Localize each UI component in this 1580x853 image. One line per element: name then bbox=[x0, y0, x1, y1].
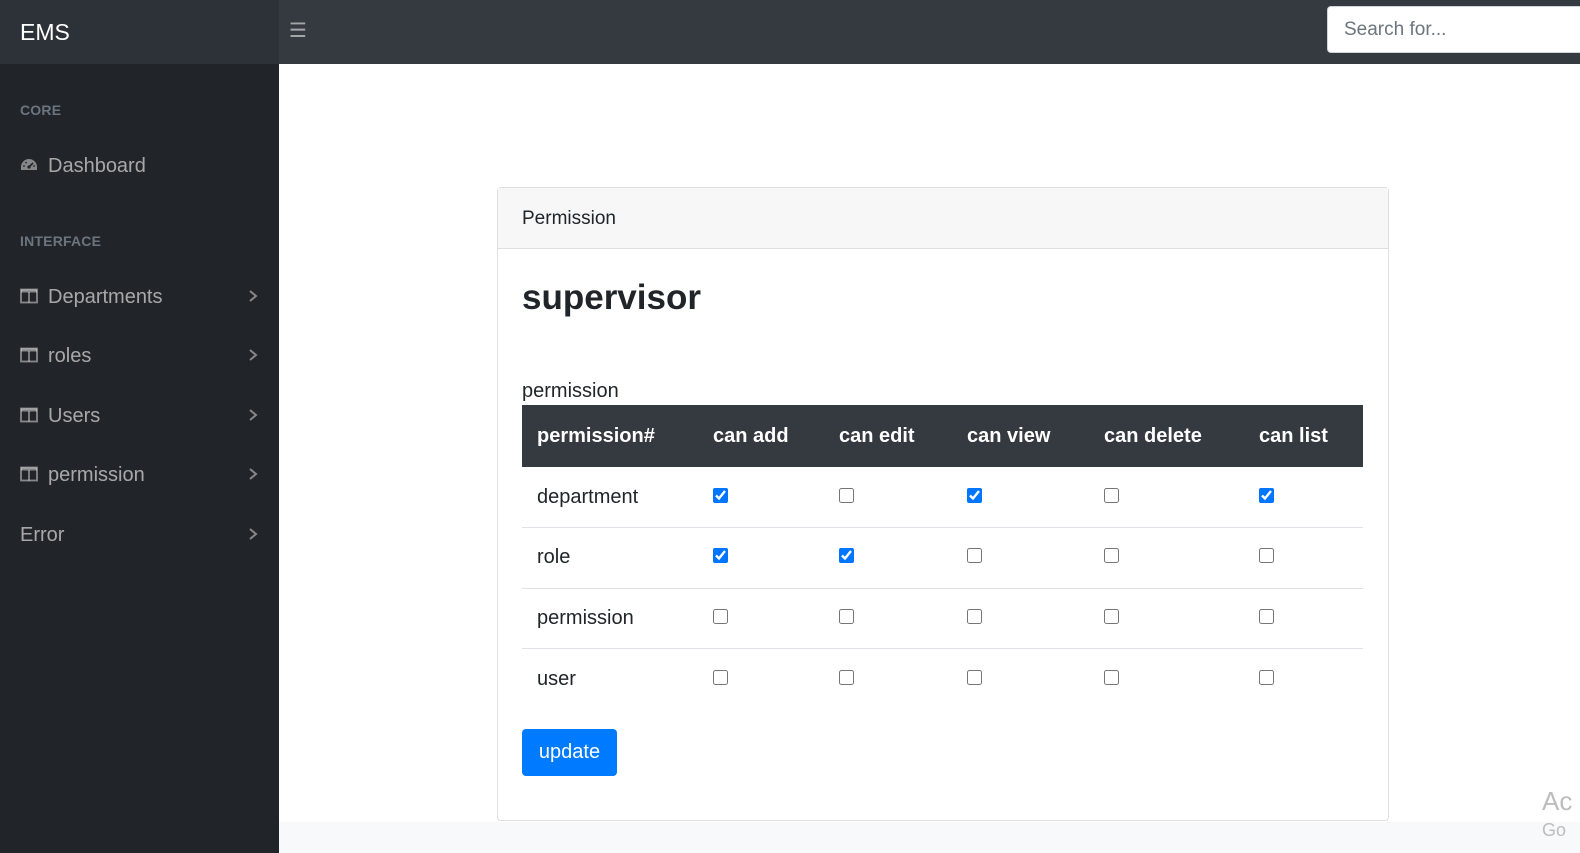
columns-icon bbox=[20, 288, 38, 304]
can-delete-checkbox[interactable] bbox=[1104, 669, 1119, 685]
permission-section-label: permission bbox=[522, 380, 619, 402]
columns-icon bbox=[20, 407, 38, 423]
footer-strip bbox=[279, 822, 1580, 853]
can-delete-checkbox[interactable] bbox=[1104, 608, 1119, 624]
can-add-checkbox[interactable] bbox=[713, 548, 728, 564]
card-header: Permission bbox=[498, 188, 1388, 249]
search-input[interactable] bbox=[1327, 6, 1580, 53]
cell-can-view bbox=[952, 527, 1089, 589]
can-view-checkbox[interactable] bbox=[967, 487, 982, 503]
row-name-cell: role bbox=[522, 527, 698, 589]
can-add-checkbox[interactable] bbox=[713, 669, 728, 685]
can-add-checkbox[interactable] bbox=[713, 487, 728, 503]
table-header-row: permission# can add can edit can view ca… bbox=[522, 405, 1363, 467]
brand-logo[interactable]: EMS bbox=[0, 0, 279, 64]
sidebar: CORE Dashboard INTERFACE Departments rol… bbox=[0, 64, 279, 853]
sidebar-toggle-button[interactable]: ☰ bbox=[287, 18, 309, 44]
sidebar-item-permission[interactable]: permission bbox=[0, 453, 279, 497]
cell-can-add bbox=[698, 649, 824, 710]
cell-can-delete bbox=[1089, 527, 1244, 589]
row-name-cell: user bbox=[537, 667, 576, 690]
permission-table: permission# can add can edit can view ca… bbox=[522, 405, 1363, 709]
cell-can-delete bbox=[1089, 467, 1244, 528]
hamburger-menu-icon: ☰ bbox=[289, 20, 307, 42]
cell-can-add bbox=[698, 467, 824, 528]
table-row: role bbox=[522, 527, 1363, 589]
row-name-cell: permission bbox=[522, 588, 698, 649]
cell-can-add bbox=[698, 588, 824, 649]
columns-icon bbox=[20, 466, 38, 482]
can-edit-checkbox[interactable] bbox=[839, 608, 854, 624]
permission-card: Permission supervisor permission permiss… bbox=[497, 187, 1389, 821]
sidebar-item-label: Departments bbox=[48, 286, 163, 308]
can-list-checkbox[interactable] bbox=[1259, 608, 1274, 624]
sidebar-item-label: roles bbox=[48, 345, 92, 367]
sidebar-item-label: Error bbox=[20, 524, 65, 546]
cell-can-list bbox=[1244, 588, 1363, 649]
cell-can-view bbox=[952, 588, 1089, 649]
cell-can-view bbox=[952, 467, 1089, 528]
cell-can-delete bbox=[1089, 588, 1244, 649]
chevron-right-icon bbox=[249, 290, 258, 302]
sidebar-heading-core: CORE bbox=[20, 102, 62, 118]
can-delete-checkbox[interactable] bbox=[1104, 487, 1119, 503]
sidebar-item-error[interactable]: Error bbox=[0, 513, 279, 557]
can-view-checkbox[interactable] bbox=[967, 608, 982, 624]
can-view-checkbox[interactable] bbox=[967, 669, 982, 685]
cell-can-edit bbox=[824, 588, 952, 649]
column-header-can-edit: can edit bbox=[824, 405, 952, 467]
top-navbar: EMS ☰ bbox=[0, 0, 1580, 64]
column-header-can-delete: can delete bbox=[1089, 405, 1244, 467]
can-delete-checkbox[interactable] bbox=[1104, 548, 1119, 564]
sidebar-heading-interface: INTERFACE bbox=[20, 233, 102, 249]
activation-watermark-line2: Go bbox=[1542, 820, 1567, 840]
cell-can-delete bbox=[1089, 649, 1244, 710]
row-name-cell: department bbox=[522, 467, 698, 528]
can-list-checkbox[interactable] bbox=[1259, 487, 1274, 503]
cell-can-view bbox=[952, 649, 1089, 710]
cell-can-edit bbox=[824, 527, 952, 589]
sidebar-item-users[interactable]: Users bbox=[0, 394, 279, 438]
column-header-can-list: can list bbox=[1244, 405, 1363, 467]
chevron-right-icon bbox=[249, 349, 258, 361]
table-row: user bbox=[522, 649, 1363, 710]
dashboard-gauge-icon bbox=[21, 159, 37, 170]
can-edit-checkbox[interactable] bbox=[839, 669, 854, 685]
column-header-can-view: can view bbox=[952, 405, 1089, 467]
chevron-right-icon bbox=[249, 409, 258, 421]
columns-icon bbox=[20, 347, 38, 363]
cell-can-add bbox=[698, 527, 824, 589]
can-edit-checkbox[interactable] bbox=[839, 487, 854, 503]
cell-can-list bbox=[1244, 649, 1363, 710]
can-add-checkbox[interactable] bbox=[713, 608, 728, 624]
sidebar-item-dashboard[interactable]: Dashboard bbox=[0, 144, 279, 188]
can-edit-checkbox[interactable] bbox=[839, 548, 854, 564]
cell-can-edit bbox=[824, 649, 952, 710]
sidebar-item-label: Users bbox=[48, 405, 101, 427]
chevron-right-icon bbox=[249, 468, 258, 480]
can-list-checkbox[interactable] bbox=[1259, 669, 1274, 685]
chevron-right-icon bbox=[249, 528, 258, 540]
sidebar-item-label: permission bbox=[48, 464, 145, 486]
cell-can-edit bbox=[824, 467, 952, 528]
can-view-checkbox[interactable] bbox=[967, 548, 982, 564]
table-row: permission bbox=[522, 588, 1363, 649]
cell-can-list bbox=[1244, 527, 1363, 589]
sidebar-item-roles[interactable]: roles bbox=[0, 334, 279, 378]
table-row: department bbox=[522, 467, 1363, 528]
role-title: supervisor bbox=[522, 278, 701, 317]
cell-can-list bbox=[1244, 467, 1363, 528]
update-button[interactable]: update bbox=[522, 729, 617, 776]
can-list-checkbox[interactable] bbox=[1259, 548, 1274, 564]
sidebar-item-departments[interactable]: Departments bbox=[0, 275, 279, 319]
column-header-permission: permission# bbox=[522, 405, 698, 467]
activation-watermark-line1: Ac bbox=[1542, 786, 1573, 816]
sidebar-item-label: Dashboard bbox=[48, 155, 146, 177]
column-header-can-add: can add bbox=[698, 405, 824, 467]
